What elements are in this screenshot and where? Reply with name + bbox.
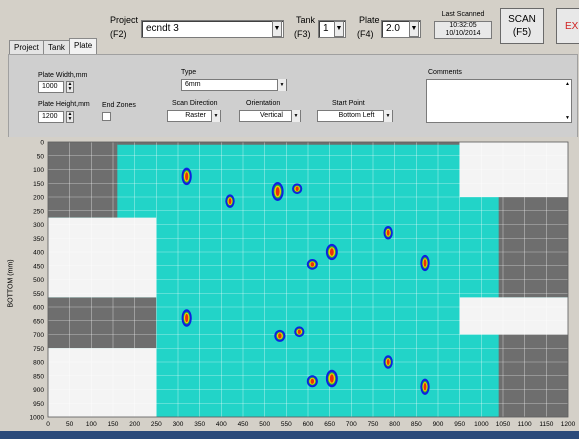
y-tick-label: 700	[33, 332, 44, 339]
indication-core	[295, 186, 299, 192]
y-axis-label: BOTTOM (mm)	[7, 259, 15, 308]
y-tick-label: 900	[33, 387, 44, 394]
x-tick-label: 1000	[474, 421, 489, 428]
no-data-region	[48, 297, 157, 349]
indication-core	[329, 374, 334, 383]
indication-core	[310, 378, 315, 384]
y-tick-label: 0	[40, 140, 44, 147]
y-tick-label: 550	[33, 291, 44, 298]
y-tick-label: 500	[33, 277, 44, 284]
x-tick-label: 300	[173, 421, 184, 428]
y-tick-label: 50	[37, 153, 45, 160]
indication-core	[228, 198, 232, 205]
x-tick-label: 100	[86, 421, 97, 428]
y-tick-label: 800	[33, 360, 44, 367]
indication-core	[275, 186, 280, 197]
y-tick-label: 300	[33, 222, 44, 229]
indication-core	[386, 358, 390, 366]
y-tick-label: 150	[33, 181, 44, 188]
indication-core	[278, 333, 282, 339]
y-tick-label: 650	[33, 318, 44, 325]
x-tick-label: 1050	[496, 421, 511, 428]
x-tick-label: 700	[346, 421, 357, 428]
x-tick-label: 1100	[518, 421, 532, 428]
indication-core	[423, 382, 427, 391]
x-tick-label: 1200	[561, 421, 576, 428]
y-tick-label: 200	[33, 195, 44, 202]
indication-core	[386, 229, 390, 236]
y-tick-label: 850	[33, 373, 44, 380]
y-tick-label: 950	[33, 401, 44, 408]
y-axis-label-wrap: BOTTOM (mm)	[1, 250, 21, 320]
x-tick-label: 1150	[539, 421, 553, 428]
x-tick-label: 650	[324, 421, 335, 428]
y-tick-label: 600	[33, 305, 44, 312]
x-tick-label: 250	[151, 421, 162, 428]
x-tick-label: 150	[108, 421, 119, 428]
indication-core	[297, 329, 301, 335]
no-data-region	[498, 197, 568, 298]
x-tick-label: 850	[411, 421, 422, 428]
x-tick-label: 400	[216, 421, 227, 428]
x-tick-label: 350	[194, 421, 205, 428]
x-tick-label: 950	[454, 421, 465, 428]
y-tick-label: 450	[33, 263, 44, 270]
y-tick-label: 750	[33, 346, 44, 353]
y-tick-label: 350	[33, 236, 44, 243]
x-tick-label: 50	[66, 421, 74, 428]
x-tick-label: 600	[303, 421, 314, 428]
x-tick-label: 450	[238, 421, 249, 428]
indication-core	[310, 262, 315, 267]
y-tick-label: 400	[33, 250, 44, 257]
indication-core	[329, 248, 334, 256]
x-tick-label: 200	[129, 421, 140, 428]
x-tick-label: 750	[368, 421, 379, 428]
indication-core	[423, 259, 427, 267]
x-tick-label: 550	[281, 421, 292, 428]
y-tick-label: 250	[33, 208, 44, 215]
taskbar	[0, 431, 579, 439]
y-tick-label: 1000	[30, 415, 45, 422]
indication-core	[185, 313, 189, 323]
no-data-region	[48, 142, 118, 218]
no-data-region	[117, 142, 460, 145]
excluded-region	[48, 348, 157, 417]
y-tick-label: 100	[33, 167, 44, 174]
x-tick-label: 800	[389, 421, 400, 428]
x-tick-label: 900	[433, 421, 444, 428]
indication-core	[185, 172, 189, 181]
excluded-region	[459, 297, 568, 335]
excluded-region	[48, 217, 157, 298]
x-tick-label: 500	[259, 421, 270, 428]
plate-scan-heatmap: 0501001502002503003504004505005506006507…	[30, 140, 576, 429]
x-tick-label: 0	[46, 421, 50, 428]
